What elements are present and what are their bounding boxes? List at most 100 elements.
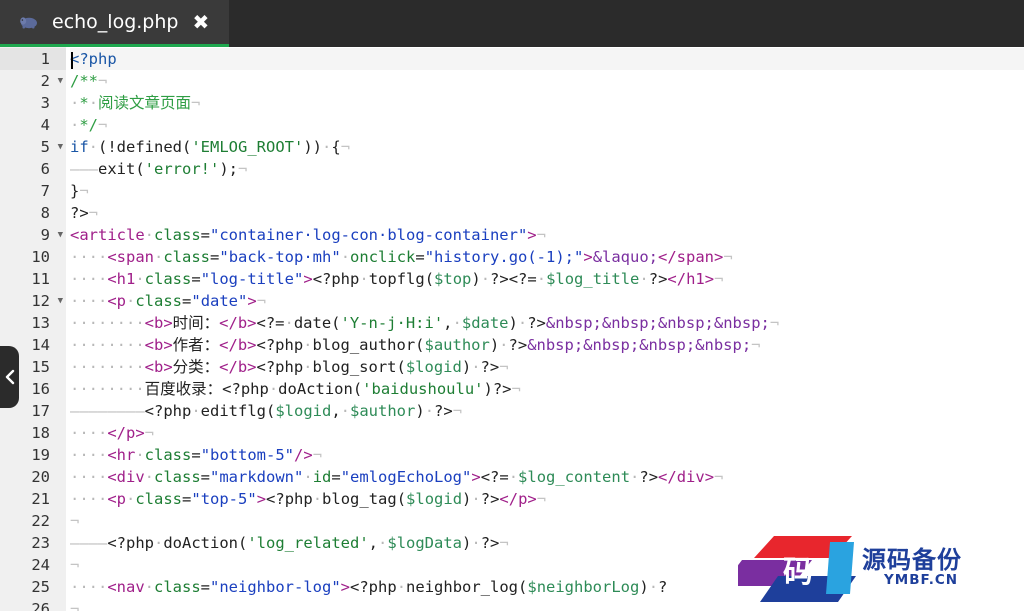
svg-text:码: 码 (783, 555, 813, 590)
code-token: editflg( (200, 402, 276, 420)
line-number: 10 (0, 246, 66, 268)
code-token: <?= (256, 314, 285, 332)
watermark-logo: 码 (738, 536, 856, 602)
code-token: </b> (219, 358, 257, 376)
code-line[interactable]: ········<b>时间：</b><?=·date('Y-n-j·H:i',·… (70, 312, 1024, 334)
code-token: ¬ (98, 116, 108, 134)
code-line[interactable]: ········<b>分类：</b><?php·blog_sort($logid… (70, 356, 1024, 378)
code-token: > (471, 468, 481, 486)
code-line[interactable]: ·*·阅读文章页面¬ (70, 92, 1024, 114)
line-number-label: 6 (40, 160, 50, 178)
code-line[interactable]: ¬ (70, 510, 1024, 532)
code-area[interactable]: <?php/**¬ ·*·阅读文章页面¬ ·*/¬ if·(!defined('EML… (70, 47, 1024, 611)
tab-bar: echo_log.php ✖ (0, 0, 1024, 47)
code-token: · (340, 402, 351, 420)
fold-arrow-icon[interactable]: ▼ (58, 70, 63, 92)
code-token: class (135, 292, 183, 310)
fold-arrow-icon[interactable]: ▼ (58, 290, 63, 312)
fold-arrow-icon[interactable]: ▼ (58, 224, 63, 246)
close-icon[interactable]: ✖ (192, 12, 209, 32)
code-line[interactable]: <article·class="container·log-con·blog-c… (70, 224, 1024, 246)
code-line[interactable]: ————————<?php·editflg($logid,·$author)·?… (70, 400, 1024, 422)
code-line[interactable]: }¬ (70, 180, 1024, 202)
line-number: 22 (0, 510, 66, 532)
code-token: </h1> (667, 270, 715, 288)
code-token: · (359, 270, 369, 288)
code-token: class (163, 248, 211, 266)
code-token: 时间： (172, 314, 220, 332)
code-line[interactable]: ····<div·class="markdown"·id="emlogEchoL… (70, 466, 1024, 488)
fold-arrow-icon[interactable]: ▼ (58, 136, 63, 158)
code-token: = (200, 226, 211, 244)
line-number-label: 19 (31, 446, 50, 464)
code-line[interactable]: <?php (70, 48, 1024, 70)
code-token: "date" (191, 292, 248, 310)
code-token: · (303, 468, 313, 486)
code-token: blog_author( (312, 336, 425, 354)
code-token: , (443, 314, 453, 332)
code-token: ¬ (536, 490, 547, 508)
code-line[interactable]: ?>¬ (70, 202, 1024, 224)
code-token: · (452, 314, 462, 332)
code-token: · (471, 358, 481, 376)
code-token: $logid (275, 402, 332, 420)
code-line[interactable]: ····<p·class="top-5"><?php·blog_tag($log… (70, 488, 1024, 510)
code-line[interactable]: ·*/¬ (70, 114, 1024, 136)
code-token: > (303, 270, 313, 288)
code-token: * (79, 94, 89, 112)
code-line[interactable]: ····<p·class="date">¬ (70, 290, 1024, 312)
line-number: 7 (0, 180, 66, 202)
code-token: class (144, 270, 192, 288)
code-token: · (70, 116, 80, 134)
code-token: ——— (70, 160, 98, 178)
code-token: ¬ (79, 182, 89, 200)
code-token: ) (471, 270, 481, 288)
code-token: ?> (480, 490, 500, 508)
code-token: "bottom-5" (200, 446, 295, 464)
code-token: · (396, 578, 407, 596)
line-number: 20 (0, 466, 66, 488)
code-token: $date (461, 314, 509, 332)
code-token: = (182, 490, 192, 508)
code-line[interactable]: if·(!defined('EMLOG_ROOT'))·{¬ (70, 136, 1024, 158)
code-token: · (144, 226, 154, 244)
code-line[interactable]: ········<b>作者：</b><?php·blog_author($aut… (70, 334, 1024, 356)
code-token: · (648, 578, 659, 596)
code-token: 'error!' (144, 160, 220, 178)
code-token: ?> (648, 270, 668, 288)
code-token: · (154, 534, 164, 552)
code-line[interactable]: ····<span·class="back-top·mh"·onclick="h… (70, 246, 1024, 268)
line-number-label: 22 (31, 512, 50, 530)
code-token: ···· (70, 446, 108, 464)
line-number-label: 5 (40, 138, 50, 156)
code-line[interactable]: ····<hr·class="bottom-5"/>¬ (70, 444, 1024, 466)
code-token: ———————— (70, 402, 145, 420)
code-token: 'EMLOG_ROOT' (191, 138, 304, 156)
code-token: ¬ (511, 380, 521, 398)
code-token: "history.go(-1);" (424, 248, 584, 266)
code-token: <p (107, 292, 126, 310)
code-token: class (135, 490, 183, 508)
code-token: class (154, 468, 201, 486)
code-token: class (154, 578, 201, 596)
code-token: </b> (219, 336, 257, 354)
chevron-left-icon (5, 369, 14, 385)
code-token: ¬ (751, 336, 761, 354)
code-token: $neighborLog (527, 578, 640, 596)
code-token: <nav (107, 578, 145, 596)
code-line[interactable]: /**¬ (70, 70, 1024, 92)
code-line[interactable]: ····</p>¬ (70, 422, 1024, 444)
code-editor[interactable]: 1 2 ▼ 3 4 5 ▼ 6 7 8 9 ▼ 10 11 12 ▼ 13 14 15 16 17 18 19 20 21 22 2… (0, 47, 1024, 611)
code-token: ¬ (723, 248, 733, 266)
code-line[interactable]: ····<h1·class="log-title"><?php·topflg($… (70, 268, 1024, 290)
code-token: > (256, 490, 267, 508)
line-number-label: 20 (31, 468, 50, 486)
line-number: 11 (0, 268, 66, 290)
line-number: 19 (0, 444, 66, 466)
sidebar-collapse-handle[interactable] (0, 346, 19, 408)
code-line[interactable]: ········百度收录：<?php·doAction('baidushoulu… (70, 378, 1024, 400)
code-token: "top-5" (191, 490, 257, 508)
tab-echo-log[interactable]: echo_log.php ✖ (0, 0, 229, 47)
code-line[interactable]: ———exit('error!');¬ (70, 158, 1024, 180)
code-token: "neighbor-log" (210, 578, 341, 596)
